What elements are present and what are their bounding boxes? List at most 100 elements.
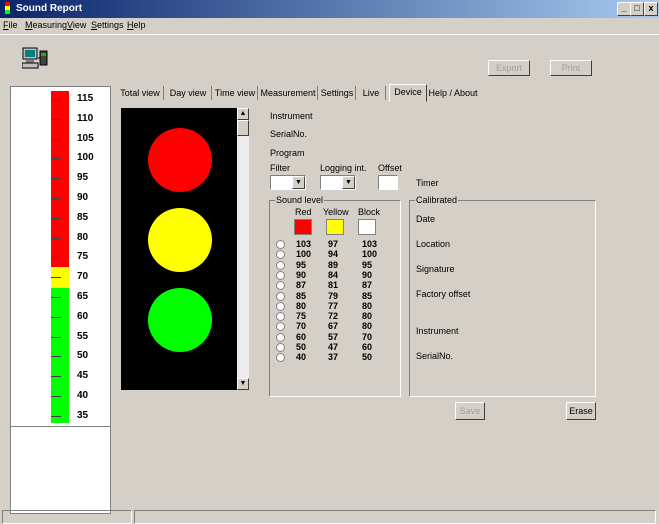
- level-radio[interactable]: [276, 291, 285, 301]
- scale-tick: [51, 198, 61, 199]
- sound-level-group: Sound level Red Yellow Block 103 97 103 100…: [269, 195, 401, 397]
- level-radio[interactable]: [276, 250, 285, 260]
- yellow-color-swatch[interactable]: [326, 219, 344, 235]
- device-connect-icon[interactable]: [21, 46, 48, 70]
- level-radio[interactable]: [276, 281, 285, 291]
- red-level-value: 80: [296, 300, 307, 311]
- print-button[interactable]: Print: [550, 60, 592, 76]
- traffic-light-scrollbar[interactable]: ▲ ▼: [237, 108, 249, 390]
- level-radio[interactable]: [276, 332, 285, 342]
- level-radio[interactable]: [276, 322, 285, 332]
- block-level-value: 103: [362, 239, 378, 249]
- toolbar: Export Print: [0, 34, 659, 86]
- menu-view[interactable]: View: [67, 20, 86, 30]
- scale-tick: [51, 237, 61, 239]
- scale-label: 75: [77, 251, 89, 263]
- offset-input[interactable]: [378, 175, 398, 190]
- filter-select[interactable]: ▼: [270, 175, 306, 190]
- scale-tick: [51, 158, 61, 160]
- yellow-level-value: 37: [328, 352, 339, 363]
- sound-level-row: 40 37 50: [270, 352, 400, 363]
- yellow-level-value: 67: [328, 321, 339, 332]
- level-radio[interactable]: [276, 343, 285, 352]
- scale-label: 110: [77, 112, 94, 124]
- scale-tick: [51, 316, 61, 318]
- status-cell-1: [2, 510, 132, 524]
- instrument-label: Instrument: [270, 111, 313, 121]
- tab-measurement[interactable]: Measurement: [259, 86, 318, 100]
- location-label: Location: [416, 239, 451, 249]
- block-level-value: 80: [362, 300, 373, 311]
- status-bar: [0, 508, 659, 524]
- info-panel: [10, 426, 111, 514]
- scale-label: 50: [77, 350, 89, 362]
- calibrated-title: Calibrated: [415, 195, 459, 205]
- red-level-value: 90: [296, 269, 307, 280]
- logging-interval-select[interactable]: ▼: [320, 175, 356, 190]
- scale-tick: [51, 99, 61, 100]
- tab-live[interactable]: Live: [357, 86, 386, 100]
- window-title: Sound Report: [16, 3, 83, 14]
- red-level-value: 60: [296, 331, 307, 342]
- block-level-value: 60: [362, 342, 373, 352]
- block-level-value: 85: [362, 290, 373, 301]
- scroll-down-icon[interactable]: ▼: [237, 378, 249, 390]
- scale-label: 115: [77, 93, 94, 104]
- tab-settings[interactable]: Settings: [319, 86, 356, 100]
- save-button[interactable]: Save: [455, 402, 485, 420]
- red-level-value: 87: [296, 280, 307, 291]
- tab-total-view[interactable]: Total view: [117, 86, 164, 100]
- scroll-thumb[interactable]: [237, 120, 249, 136]
- export-button[interactable]: Export: [488, 60, 530, 76]
- level-radio[interactable]: [276, 301, 285, 311]
- maximize-button[interactable]: □: [630, 2, 644, 16]
- red-lamp: [148, 128, 212, 192]
- level-radio[interactable]: [276, 353, 285, 363]
- sound-level-title: Sound level: [275, 195, 325, 205]
- level-radio[interactable]: [276, 240, 285, 249]
- green-lamp: [148, 288, 212, 352]
- red-color-swatch[interactable]: [294, 219, 312, 235]
- erase-button[interactable]: Erase: [566, 402, 596, 420]
- level-radio[interactable]: [276, 260, 285, 270]
- factory-offset-label: Factory offset: [416, 289, 471, 299]
- chevron-down-icon[interactable]: ▼: [342, 176, 355, 189]
- yellow-level-value: 89: [328, 259, 339, 270]
- yellow-level-value: 57: [328, 331, 339, 342]
- scale-label: 65: [77, 291, 89, 302]
- block-level-value: 100: [362, 249, 378, 260]
- offset-label: Offset: [378, 163, 402, 173]
- menu-settings[interactable]: Settings: [91, 20, 124, 30]
- tab-time-view[interactable]: Time view: [213, 86, 258, 100]
- app-icon: [3, 2, 12, 15]
- tab-device[interactable]: Device: [389, 84, 427, 102]
- level-radio[interactable]: [276, 270, 285, 280]
- menu-help[interactable]: Help: [127, 20, 146, 30]
- yellow-level-value: 79: [328, 290, 339, 301]
- block-level-value: 80: [362, 311, 373, 322]
- red-level-value: 70: [296, 321, 307, 332]
- scale-tick: [51, 356, 61, 358]
- red-level-value: 75: [296, 311, 307, 322]
- yellow-level-value: 84: [328, 269, 339, 280]
- scale-tick: [51, 415, 61, 417]
- level-radio[interactable]: [276, 312, 285, 322]
- tab-day-view[interactable]: Day view: [165, 86, 212, 100]
- scroll-up-icon[interactable]: ▲: [237, 108, 249, 120]
- block-level-value: 70: [362, 331, 373, 342]
- block-color-swatch[interactable]: [358, 219, 376, 235]
- scale-label: 45: [77, 370, 89, 382]
- yellow-level-value: 94: [328, 249, 339, 260]
- chevron-down-icon[interactable]: ▼: [292, 176, 305, 189]
- close-button[interactable]: x: [644, 2, 658, 16]
- menu-file[interactable]: File: [3, 20, 18, 30]
- block-level-value: 90: [362, 269, 373, 280]
- scale-tick: [51, 376, 61, 378]
- red-level-value: 85: [296, 290, 307, 301]
- tab-help-about[interactable]: Help / About: [427, 86, 479, 100]
- traffic-light: ▲ ▼: [121, 108, 249, 390]
- scale-label: 70: [77, 271, 89, 283]
- yellow-lamp: [148, 208, 212, 272]
- menu-measuring[interactable]: Measuring: [25, 20, 67, 30]
- minimize-button[interactable]: _: [617, 2, 631, 16]
